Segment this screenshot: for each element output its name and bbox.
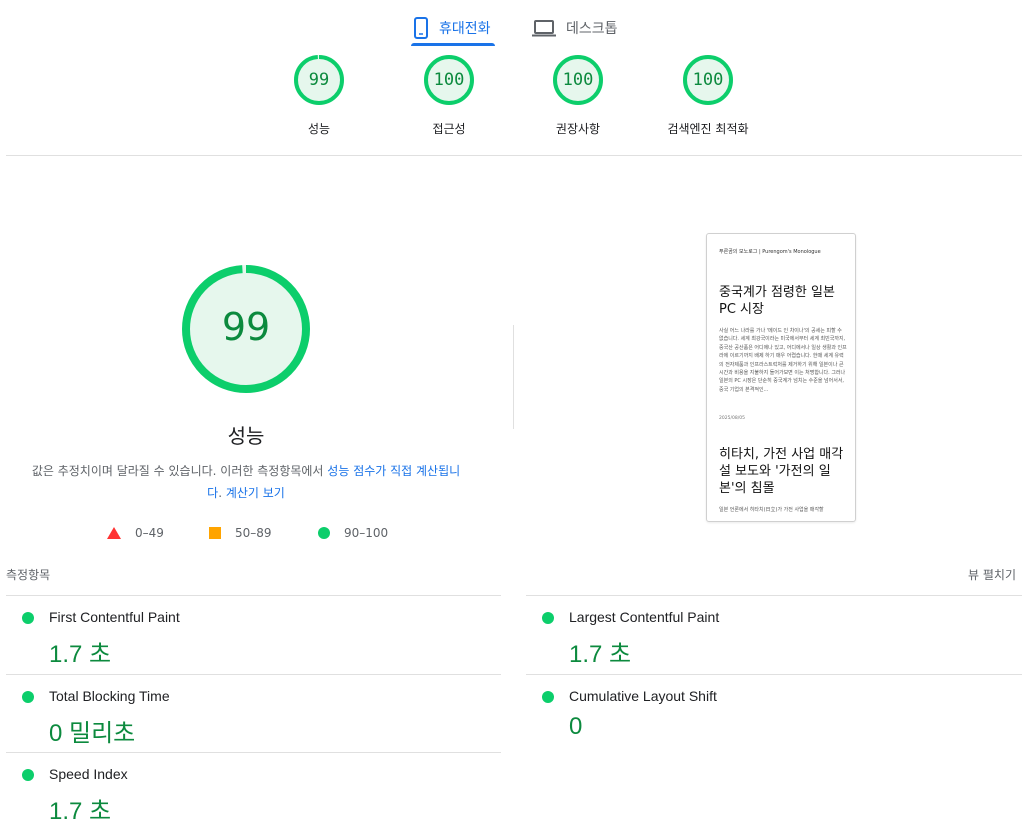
calculator-link[interactable]: 계산기 보기	[226, 486, 285, 500]
preview-post-title: 히타치, 가전 사업 매각설 보도와 '가전의 일본'의 침몰	[719, 447, 844, 496]
legend-pass: 90–100	[318, 526, 388, 540]
category-best-practices[interactable]: 100 권장사항	[518, 54, 638, 137]
category-label: 성능	[307, 122, 331, 136]
laptop-icon	[532, 19, 556, 37]
square-icon	[209, 527, 221, 539]
score-gauge: 100	[682, 54, 734, 106]
smartphone-icon	[413, 17, 429, 39]
preview-post-excerpt: 일본 언론에서 히타치(日立)가 가전 사업을 매각할	[719, 507, 824, 513]
metric-lcp: Largest Contentful Paint 1.7 초	[526, 596, 1006, 674]
preview-site-title: 푸른곰의 모노로그 | Purengom's Monologue	[719, 249, 821, 255]
tab-desktop[interactable]: 데스크톱	[532, 8, 618, 48]
legend-average: 50–89	[209, 526, 272, 540]
tab-mobile-label: 휴대전화	[439, 21, 491, 37]
pass-circle-icon	[542, 691, 554, 703]
active-tab-indicator	[411, 43, 495, 46]
score-gauge: 100	[552, 54, 604, 106]
score-gauge: 100	[423, 54, 475, 106]
pass-circle-icon	[22, 691, 34, 703]
performance-description: 값은 추정치이며 달라질 수 있습니다. 이러한 측정항목에서 성능 점수가 직…	[31, 464, 461, 500]
triangle-icon	[107, 527, 121, 539]
metric-tbt: Total Blocking Time 0 밀리초	[6, 675, 486, 753]
metrics-header: 측정항목 뷰 펼치기	[6, 566, 1016, 586]
metric-speed-index: Speed Index 1.7 초	[6, 753, 486, 824]
category-seo[interactable]: 100 검색엔진 최적화	[648, 54, 768, 137]
score-legend: 0–49 50–89 90–100	[0, 526, 500, 544]
pass-circle-icon	[22, 612, 34, 624]
category-label: 검색엔진 최적화	[667, 122, 749, 136]
performance-score: 99	[221, 305, 271, 349]
category-label: 권장사항	[555, 122, 601, 136]
category-accessibility[interactable]: 100 접근성	[389, 54, 509, 137]
pass-circle-icon	[542, 612, 554, 624]
preview-post-excerpt: 사실 어느 나라를 가나 '메이드 인 차이나'의 공세는 피할 수 없습니다.…	[719, 328, 847, 393]
expand-view-toggle[interactable]: 뷰 펼치기	[968, 566, 1016, 583]
tab-desktop-label: 데스크톱	[566, 21, 618, 37]
score-gauge: 99	[293, 54, 345, 106]
device-tabs: 휴대전화 데스크톱	[0, 0, 1024, 48]
circle-icon	[318, 527, 330, 539]
vertical-divider	[513, 325, 514, 429]
preview-post-title: 중국계가 점령한 일본 PC 시장	[719, 285, 835, 317]
preview-post-date: 2025/08/05	[719, 416, 745, 421]
performance-title: 성능	[227, 424, 265, 448]
performance-gauge: 99	[181, 264, 311, 394]
metrics-title: 측정항목	[6, 568, 51, 582]
category-performance[interactable]: 99 성능	[259, 54, 379, 137]
page-screenshot-preview[interactable]: 푸른곰의 모노로그 | Purengom's Monologue 중국계가 점령…	[706, 233, 856, 522]
pass-circle-icon	[22, 769, 34, 781]
category-label: 접근성	[432, 122, 466, 136]
metric-cls: Cumulative Layout Shift 0	[526, 675, 1006, 753]
metric-fcp: First Contentful Paint 1.7 초	[6, 596, 486, 674]
legend-fail: 0–49	[107, 526, 164, 540]
tab-mobile[interactable]: 휴대전화	[413, 8, 491, 48]
divider	[6, 155, 1022, 156]
